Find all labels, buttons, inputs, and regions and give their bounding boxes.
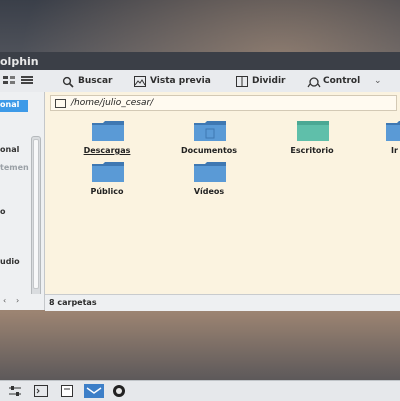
- location-bar[interactable]: /home/julio_cesar/: [50, 95, 397, 111]
- folder-item-videos[interactable]: Vídeos: [169, 161, 249, 201]
- dolphin-window: olphin Buscar Vista previa Dividir Contr…: [0, 52, 400, 311]
- toolbar-overflow-button[interactable]: ⌄: [374, 73, 382, 89]
- places-scrollbar[interactable]: [31, 136, 41, 310]
- folder-item-descargas[interactable]: Descargas: [67, 120, 147, 160]
- folder-item-label: Público: [90, 187, 124, 196]
- preview-label: Vista previa: [150, 76, 211, 86]
- status-text: 8 carpetas: [49, 298, 97, 307]
- place-item-label: onal: [0, 100, 20, 109]
- toolbar: Buscar Vista previa Dividir Control ⌄: [0, 70, 400, 93]
- folder-item-label: Escritorio: [290, 146, 334, 155]
- place-item-label: o: [0, 207, 6, 216]
- file-manager-icon[interactable]: [60, 384, 74, 398]
- place-item[interactable]: onal: [0, 145, 19, 157]
- search-icon: [62, 76, 74, 88]
- places-panel: onal onal temen o udio: [0, 92, 45, 310]
- icons-view-icon[interactable]: [2, 74, 16, 89]
- control-menu-icon: [307, 76, 321, 87]
- folder-item-label: Descargas: [83, 146, 131, 155]
- split-button[interactable]: Dividir: [236, 73, 285, 89]
- location-path: /home/julio_cesar/: [71, 98, 154, 108]
- folder-item-documentos[interactable]: Documentos: [169, 120, 249, 160]
- folder-item-label: Vídeos: [193, 187, 225, 196]
- documents-folder-icon: [194, 121, 226, 141]
- control-label: Control: [323, 76, 361, 86]
- chevron-down-icon: ⌄: [374, 76, 382, 86]
- folder-location-icon: [55, 98, 66, 108]
- public-folder-icon: [92, 162, 124, 182]
- chevron-right-icon[interactable]: ›: [16, 296, 19, 305]
- place-item-label: udio: [0, 257, 20, 266]
- preview-button[interactable]: Vista previa: [134, 73, 211, 89]
- search-label: Buscar: [78, 76, 113, 86]
- place-section-header: temen: [0, 163, 29, 175]
- split-view-icon: [236, 75, 248, 87]
- place-item-label: onal: [0, 145, 20, 154]
- settings-sliders-icon[interactable]: [8, 384, 22, 398]
- place-item[interactable]: udio: [0, 257, 20, 269]
- file-view[interactable]: /home/julio_cesar/ Descargas Documentos …: [45, 92, 400, 310]
- image-preview-icon: [134, 75, 146, 87]
- folder-item-publico[interactable]: Público: [67, 161, 147, 201]
- folder-item-imagenes[interactable]: Ir: [367, 120, 400, 160]
- view-mode-buttons[interactable]: [2, 73, 34, 89]
- place-item[interactable]: o: [0, 207, 6, 219]
- chevron-left-icon[interactable]: ‹: [3, 296, 6, 305]
- place-item[interactable]: onal: [0, 100, 28, 112]
- browser-icon[interactable]: [112, 384, 126, 398]
- control-button[interactable]: Control: [307, 73, 360, 89]
- panel-nav: ‹ ›: [0, 294, 44, 310]
- split-label: Dividir: [252, 76, 286, 86]
- status-bar: 8 carpetas: [45, 294, 400, 311]
- details-view-icon[interactable]: [20, 74, 34, 89]
- scrollbar-thumb[interactable]: [33, 139, 39, 289]
- desktop-folder-icon: [297, 121, 329, 141]
- titlebar[interactable]: olphin: [0, 52, 400, 70]
- mail-icon[interactable]: [84, 384, 104, 398]
- videos-folder-icon: [194, 162, 226, 182]
- downloads-folder-icon: [92, 121, 124, 141]
- search-button[interactable]: Buscar: [62, 73, 112, 89]
- place-section-label: temen: [0, 163, 29, 172]
- folder-item-label: Ir: [391, 146, 398, 155]
- terminal-icon[interactable]: [34, 384, 48, 398]
- folder-item-label: Documentos: [180, 146, 238, 155]
- images-folder-icon: [386, 121, 400, 141]
- taskbar: [0, 380, 400, 401]
- window-title: olphin: [0, 55, 39, 68]
- folder-item-escritorio[interactable]: Escritorio: [272, 120, 352, 160]
